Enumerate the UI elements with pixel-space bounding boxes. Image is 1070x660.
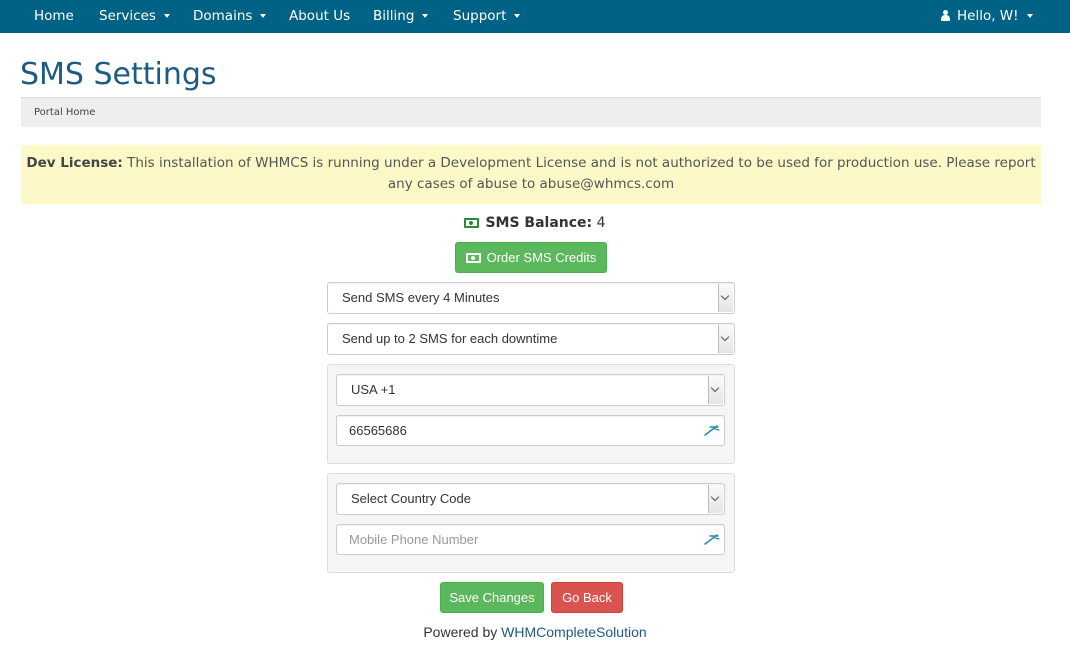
order-sms-credits-button[interactable]: Order SMS Credits bbox=[455, 242, 607, 273]
nav-about-us[interactable]: About Us bbox=[289, 0, 350, 33]
sms-balance: SMS Balance: 4 bbox=[0, 213, 1070, 233]
caret-down-icon bbox=[514, 14, 521, 18]
sms-frequency-value: Send SMS every 4 Minutes bbox=[342, 290, 500, 305]
breadcrumb: Portal Home bbox=[21, 97, 1041, 127]
money-icon bbox=[465, 253, 481, 263]
nav-support-label: Support bbox=[453, 8, 507, 24]
nav-home[interactable]: Home bbox=[34, 0, 74, 33]
user-icon bbox=[940, 10, 951, 21]
nav-services[interactable]: Services bbox=[99, 0, 170, 33]
autofill-icon[interactable] bbox=[704, 533, 720, 545]
caret-down-icon bbox=[1026, 14, 1033, 18]
footer: Powered by WHMCompleteSolution bbox=[0, 622, 1070, 642]
select-arrow bbox=[718, 325, 733, 353]
mobile-number-input-1[interactable]: 66565686 bbox=[336, 415, 725, 446]
caret-down-icon bbox=[260, 14, 267, 18]
nav-user-menu[interactable]: Hello, W! bbox=[940, 0, 1033, 33]
country-code-select-1[interactable]: USA +1 bbox=[336, 374, 725, 406]
mobile-number-placeholder-2: Mobile Phone Number bbox=[349, 532, 479, 547]
money-icon bbox=[464, 218, 480, 228]
country-code-value-1: USA +1 bbox=[351, 382, 396, 397]
select-arrow bbox=[718, 284, 733, 312]
save-changes-label: Save Changes bbox=[449, 590, 535, 605]
alert-message: This installation of WHMCS is running un… bbox=[122, 155, 1036, 192]
chevron-down-icon bbox=[710, 383, 720, 393]
country-code-value-2: Select Country Code bbox=[351, 491, 471, 506]
go-back-label: Go Back bbox=[562, 590, 612, 605]
alert-title: Dev License: bbox=[26, 155, 123, 171]
select-arrow bbox=[708, 485, 723, 513]
chevron-down-icon bbox=[710, 492, 720, 502]
nav-domains[interactable]: Domains bbox=[193, 0, 267, 33]
country-code-select-2[interactable]: Select Country Code bbox=[336, 483, 725, 515]
user-greeting: Hello, W! bbox=[957, 8, 1019, 24]
footer-prefix: Powered by bbox=[423, 624, 502, 640]
mobile-number-input-2[interactable]: Mobile Phone Number bbox=[336, 524, 725, 555]
sms-balance-label: SMS Balance: bbox=[485, 215, 593, 231]
nav-support[interactable]: Support bbox=[453, 0, 521, 33]
nav-home-label: Home bbox=[34, 8, 74, 24]
nav-domains-label: Domains bbox=[193, 8, 253, 24]
caret-down-icon bbox=[422, 14, 429, 18]
page-title: SMS Settings bbox=[20, 57, 217, 92]
mobile-number-value-1: 66565686 bbox=[349, 423, 407, 438]
nav-services-label: Services bbox=[99, 8, 156, 24]
nav-billing[interactable]: Billing bbox=[373, 0, 429, 33]
footer-link[interactable]: WHMCompleteSolution bbox=[501, 624, 647, 640]
top-navbar: Home Services Domains About Us Billing S… bbox=[0, 0, 1070, 33]
go-back-button[interactable]: Go Back bbox=[551, 582, 623, 613]
breadcrumb-portal-home[interactable]: Portal Home bbox=[34, 107, 95, 118]
select-arrow bbox=[708, 376, 723, 404]
save-changes-button[interactable]: Save Changes bbox=[440, 582, 544, 613]
sms-limit-value: Send up to 2 SMS for each downtime bbox=[342, 331, 558, 346]
caret-down-icon bbox=[163, 14, 170, 18]
order-sms-credits-label: Order SMS Credits bbox=[486, 250, 597, 265]
chevron-down-icon bbox=[720, 291, 730, 301]
chevron-down-icon bbox=[720, 332, 730, 342]
dev-license-alert: Dev License: This installation of WHMCS … bbox=[21, 145, 1041, 204]
sms-balance-value: 4 bbox=[596, 215, 606, 231]
sms-limit-select[interactable]: Send up to 2 SMS for each downtime bbox=[327, 323, 735, 355]
nav-billing-label: Billing bbox=[373, 8, 415, 24]
nav-about-us-label: About Us bbox=[289, 8, 351, 24]
sms-frequency-select[interactable]: Send SMS every 4 Minutes bbox=[327, 282, 735, 314]
autofill-icon[interactable] bbox=[704, 424, 720, 436]
